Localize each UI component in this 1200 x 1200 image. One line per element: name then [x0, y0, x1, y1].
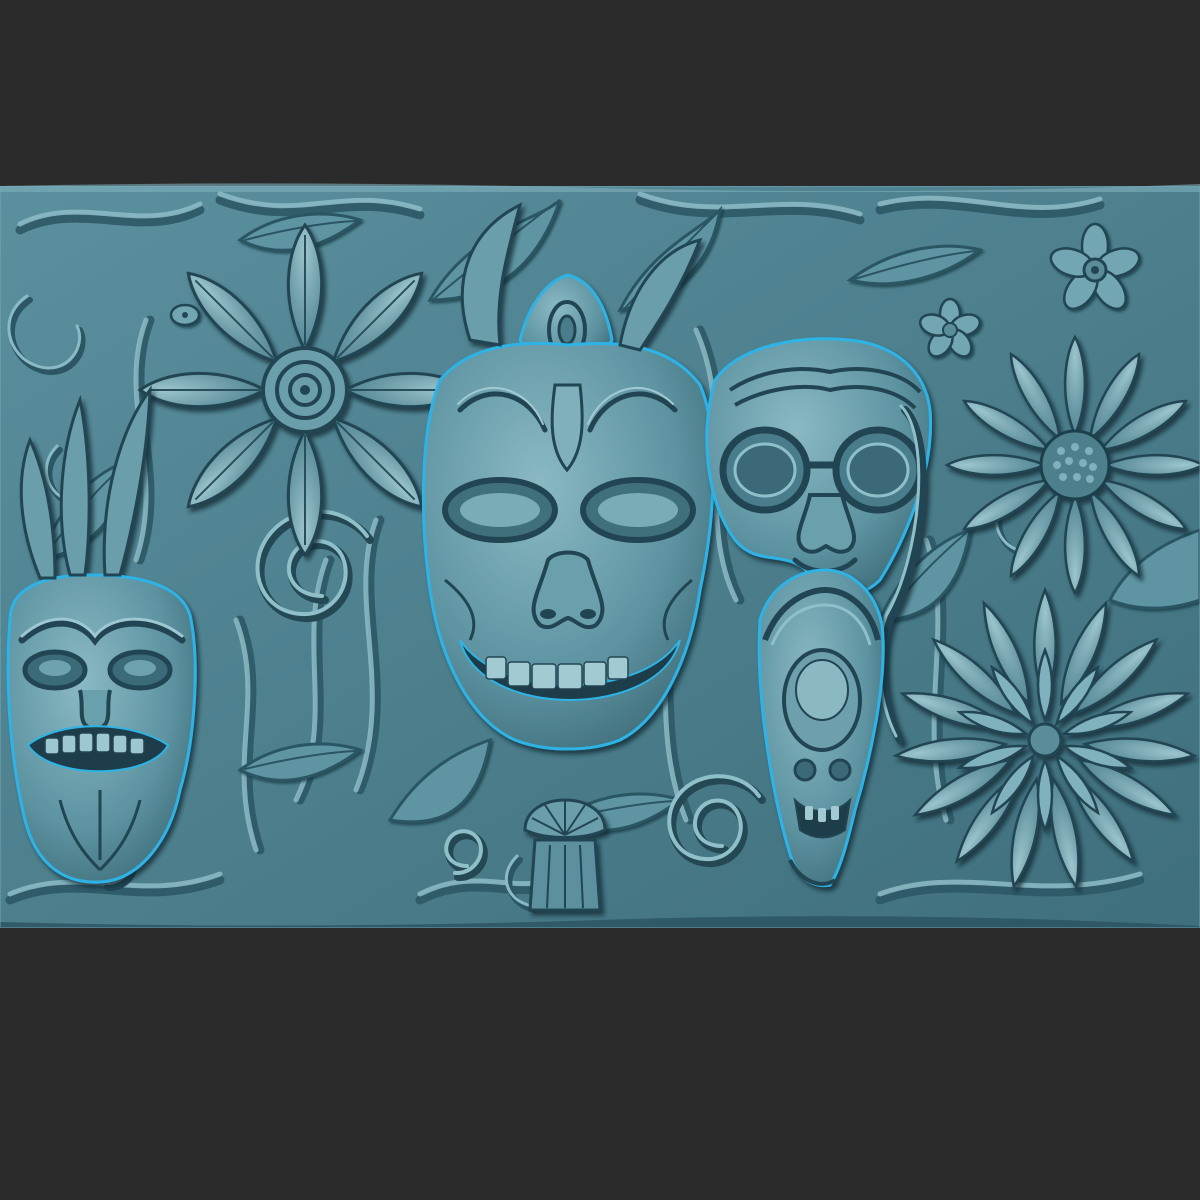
scene: [0, 0, 1200, 1200]
relief-artwork: [0, 183, 1200, 928]
flower-top-left: [137, 222, 473, 558]
